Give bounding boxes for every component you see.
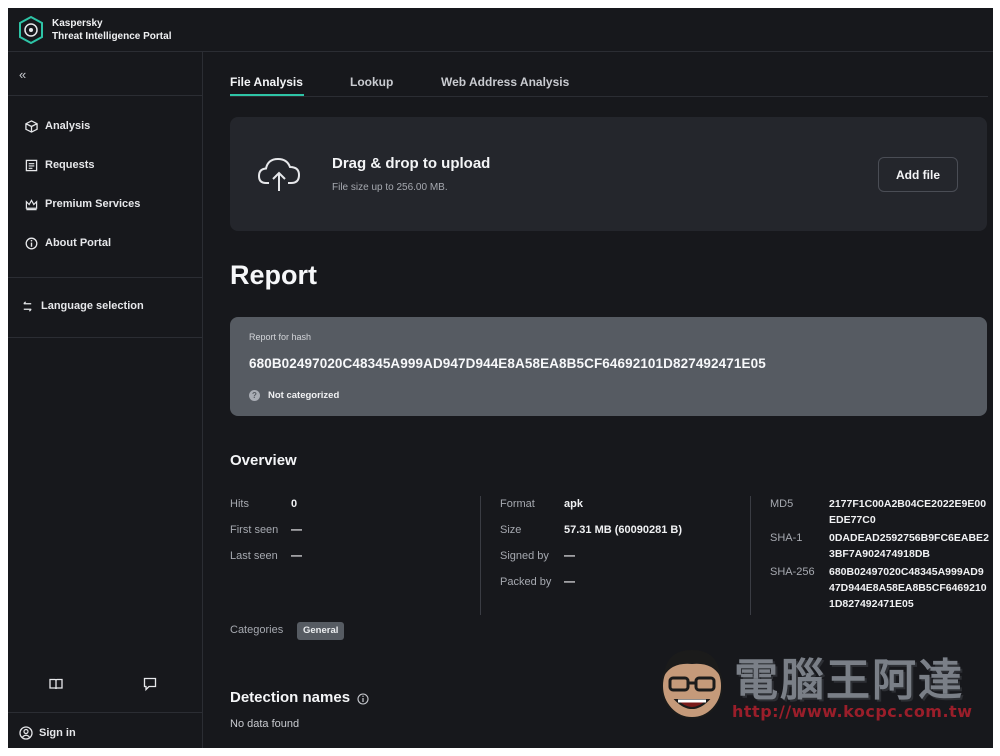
hash-label: Report for hash [249,332,312,342]
detection-names-heading: Detection names [230,689,369,706]
packed-by-label: Packed by [500,576,552,588]
cloud-upload-icon [257,155,301,193]
sidebar-divider [8,95,203,96]
kaspersky-logo-icon[interactable] [18,15,44,45]
signed-by-label: Signed by [500,550,549,562]
sha256-label: SHA-256 [770,566,815,578]
language-selection-button[interactable]: Language selection [20,297,144,315]
user-icon [19,726,33,740]
first-seen-value: — [291,524,302,536]
sidebar-item-label: Premium Services [45,198,141,210]
tab-lookup[interactable]: Lookup [350,75,393,89]
cube-icon [24,119,38,133]
category-status: ? Not categorized [249,390,339,401]
sidebar-item-label: About Portal [45,237,111,249]
watermark-url: http://www.kocpc.com.tw [732,702,973,721]
sidebar-divider [8,277,203,278]
sidebar-item-premium-services[interactable]: Premium Services [24,195,140,213]
app-window: Kaspersky Threat Intelligence Portal « A… [8,8,993,748]
column-divider [480,496,481,615]
hash-value: 680B02497020C48345A999AD947D944E8A58EA8B… [249,356,766,371]
detection-names-title: Detection names [230,689,351,706]
book-icon[interactable] [48,676,64,692]
brand-line-1: Kaspersky [52,18,103,29]
tab-web-address-analysis[interactable]: Web Address Analysis [441,75,569,89]
sidebar: « Analysis Requests Premium Services Abo… [8,52,203,748]
crown-icon [24,197,38,211]
upload-title: Drag & drop to upload [332,155,491,172]
sign-in-button[interactable]: Sign in [19,726,76,740]
tab-bar: File Analysis Lookup Web Address Analysi… [230,52,988,97]
sidebar-item-label: Analysis [45,120,91,132]
hits-label: Hits [230,498,249,510]
upload-dropzone[interactable]: Drag & drop to upload File size up to 25… [230,117,987,231]
sign-in-label: Sign in [39,727,76,739]
info-icon [24,236,38,250]
sha1-label: SHA-1 [770,532,803,544]
brand-line-2: Threat Intelligence Portal [52,31,172,42]
format-label: Format [500,498,535,510]
mascot-face-icon [656,642,728,722]
sidebar-item-label: Requests [45,159,95,171]
categories-label: Categories [230,624,284,636]
active-tab-indicator [230,94,304,96]
hits-value: 0 [291,498,298,510]
upload-size-hint: File size up to 256.00 MB. [332,182,448,193]
collapse-sidebar-button[interactable]: « [19,67,26,82]
sha256-value: 680B02497020C48345A999AD947D944E8A58EA8B… [829,566,987,610]
overview-heading: Overview [230,452,297,469]
detection-empty-text: No data found [230,718,300,730]
format-value: apk [564,498,583,510]
sidebar-divider [8,337,203,338]
watermark: 電腦王阿達 http://www.kocpc.com.tw [648,632,978,732]
top-bar: Kaspersky Threat Intelligence Portal [8,8,993,52]
question-icon: ? [249,390,260,401]
feedback-chat-icon[interactable] [142,676,158,692]
packed-by-value: — [564,576,575,588]
info-icon[interactable] [357,692,369,705]
report-heading: Report [230,260,317,290]
md5-value: 2177F1C00A2B04CE2022E9E00EDE77C0 [829,498,987,526]
last-seen-value: — [291,550,302,562]
md5-label: MD5 [770,498,794,510]
size-label: Size [500,524,522,536]
language-selection-label: Language selection [41,300,144,312]
sidebar-divider [8,712,203,713]
sidebar-item-about-portal[interactable]: About Portal [24,234,111,252]
tab-file-analysis[interactable]: File Analysis [230,75,303,89]
category-badge[interactable]: General [297,622,345,640]
sha1-value: 0DADEAD2592756B9FC6EABE23BF7A902474918DB [829,532,989,560]
sidebar-item-requests[interactable]: Requests [24,156,95,174]
watermark-title: 電腦王阿達 [734,655,964,706]
size-value: 57.31 MB (60090281 B) [564,524,683,536]
swap-arrows-icon [20,299,34,313]
first-seen-label: First seen [230,524,279,536]
signed-by-value: — [564,550,575,562]
document-list-icon [24,158,38,172]
last-seen-label: Last seen [230,550,278,562]
category-status-label: Not categorized [268,390,340,401]
column-divider [750,496,751,615]
add-file-button[interactable]: Add file [878,157,958,192]
hash-report-card: Report for hash 680B02497020C48345A999AD… [230,317,987,416]
sidebar-item-analysis[interactable]: Analysis [24,117,90,135]
brand-name[interactable]: Kaspersky Threat Intelligence Portal [52,17,171,43]
